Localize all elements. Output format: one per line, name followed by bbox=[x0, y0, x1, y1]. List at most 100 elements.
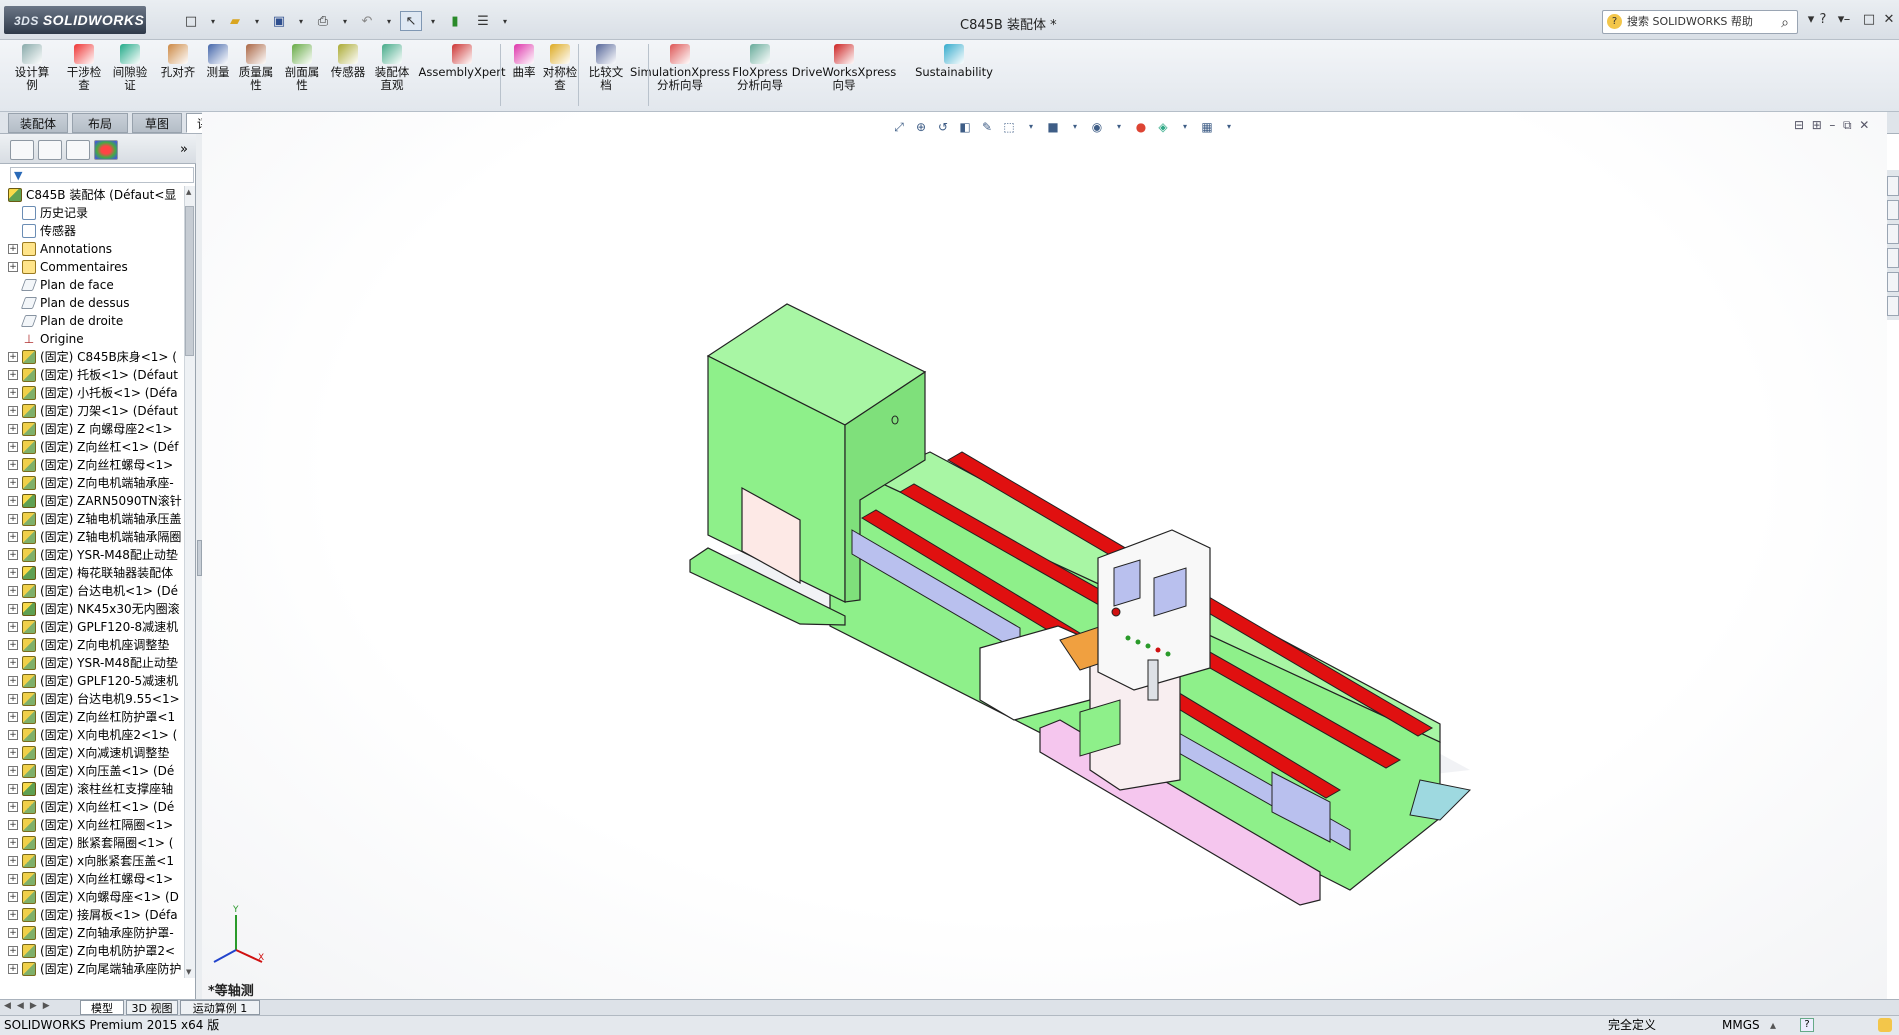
tree-item[interactable]: + (固定) YSR-M48配止动垫 bbox=[8, 654, 184, 672]
tree-item[interactable]: Plan de face bbox=[8, 276, 184, 294]
design-library-icon[interactable] bbox=[1887, 200, 1899, 220]
expand-icon[interactable]: + bbox=[8, 406, 18, 416]
chevron-down-icon[interactable]: ▾ bbox=[340, 11, 350, 31]
expand-icon[interactable]: + bbox=[8, 892, 18, 902]
expand-icon[interactable]: + bbox=[8, 478, 18, 488]
tree-item[interactable]: + Annotations bbox=[8, 240, 184, 258]
maximize-button[interactable]: □ bbox=[1858, 12, 1880, 30]
tree-item[interactable]: + (固定) X向电机座2<1> ( bbox=[8, 726, 184, 744]
tab-1[interactable]: 布局 bbox=[72, 113, 128, 133]
feature-manager-tab-icon[interactable] bbox=[10, 140, 34, 160]
resources-icon[interactable] bbox=[1887, 176, 1899, 196]
ribbon-button-sustainability[interactable]: Sustainability bbox=[910, 44, 998, 79]
expand-icon[interactable]: + bbox=[8, 496, 18, 506]
expand-icon[interactable]: + bbox=[8, 568, 18, 578]
tree-item[interactable]: 传感器 bbox=[8, 222, 184, 240]
tree-item[interactable]: + (固定) 接屑板<1> (Défa bbox=[8, 906, 184, 924]
tree-item[interactable]: + (固定) 滚柱丝杠支撑座轴 bbox=[8, 780, 184, 798]
tree-item[interactable]: + (固定) GPLF120-8减速机 bbox=[8, 618, 184, 636]
expand-icon[interactable]: + bbox=[8, 262, 18, 272]
tree-item[interactable]: + (固定) Z向丝杠螺母<1> bbox=[8, 456, 184, 474]
undo-icon[interactable]: ↶ bbox=[356, 11, 378, 31]
tree-item[interactable]: + (固定) Z轴电机端轴承压盖 bbox=[8, 510, 184, 528]
ribbon-button-symmetry[interactable]: 对称检 查 bbox=[540, 44, 580, 92]
expand-icon[interactable]: + bbox=[8, 874, 18, 884]
expand-icon[interactable]: + bbox=[8, 550, 18, 560]
view-palette-icon[interactable] bbox=[1887, 248, 1899, 268]
tree-item[interactable]: + (固定) C845B床身<1> ( bbox=[8, 348, 184, 366]
search-input[interactable]: ? 搜索 SOLIDWORKS 帮助 ⌕ bbox=[1602, 10, 1798, 34]
expand-icon[interactable]: + bbox=[8, 694, 18, 704]
expand-icon[interactable]: + bbox=[8, 640, 18, 650]
tree-item[interactable]: + (固定) X向丝杠隔圈<1> bbox=[8, 816, 184, 834]
ribbon-button-sensor[interactable]: 传感器 bbox=[328, 44, 368, 79]
expand-icon[interactable]: + bbox=[8, 370, 18, 380]
custom-properties-icon[interactable] bbox=[1887, 296, 1899, 316]
rebuild-icon[interactable]: ▮ bbox=[444, 11, 466, 31]
minimize-button[interactable]: – bbox=[1836, 12, 1858, 30]
tree-item[interactable]: + Commentaires bbox=[8, 258, 184, 276]
ribbon-button-simulation[interactable]: SimulationXpress 分析向导 bbox=[630, 44, 730, 92]
file-explorer-icon[interactable] bbox=[1887, 224, 1899, 244]
ribbon-button-curvature[interactable]: 曲率 bbox=[510, 44, 538, 79]
tree-item[interactable]: Plan de dessus bbox=[8, 294, 184, 312]
expand-icon[interactable]: + bbox=[8, 676, 18, 686]
chevron-up-icon[interactable]: ▴ bbox=[1770, 1016, 1776, 1035]
expand-icon[interactable]: + bbox=[8, 748, 18, 758]
expand-icon[interactable]: + bbox=[8, 244, 18, 254]
tree-item[interactable]: + (固定) x向胀紧套压盖<1 bbox=[8, 852, 184, 870]
search-icon[interactable]: ⌕ bbox=[1781, 12, 1789, 34]
ribbon-button-assemblyxpert[interactable]: AssemblyXpert bbox=[419, 44, 505, 79]
tab-2[interactable]: 草图 bbox=[132, 113, 182, 133]
property-manager-tab-icon[interactable] bbox=[38, 140, 62, 160]
ribbon-button-driveworks[interactable]: DriveWorksXpress 向导 bbox=[792, 44, 896, 92]
tree-item[interactable]: 历史记录 bbox=[8, 204, 184, 222]
collapse-panel-handle[interactable] bbox=[197, 540, 202, 576]
ribbon-button-assembly-visual[interactable]: 装配体 直观 bbox=[372, 44, 412, 92]
tree-item[interactable]: + (固定) Z向电机座调整垫 bbox=[8, 636, 184, 654]
chevron-down-icon[interactable]: ▾ bbox=[500, 11, 510, 31]
expand-icon[interactable]: + bbox=[8, 766, 18, 776]
ribbon-button-section-props[interactable]: 剖面属 性 bbox=[282, 44, 322, 92]
assembly-model-render[interactable]: Y X bbox=[202, 112, 1887, 999]
open-icon[interactable]: ▰ bbox=[224, 11, 246, 31]
expand-panel-icon[interactable]: » bbox=[180, 142, 188, 157]
ribbon-button-measure[interactable]: 测量 bbox=[204, 44, 232, 79]
save-icon[interactable]: ▣ bbox=[268, 11, 290, 31]
expand-icon[interactable]: + bbox=[8, 586, 18, 596]
expand-icon[interactable]: + bbox=[8, 964, 18, 974]
expand-icon[interactable]: + bbox=[8, 424, 18, 434]
appearances-icon[interactable] bbox=[1887, 272, 1899, 292]
expand-icon[interactable]: + bbox=[8, 352, 18, 362]
scroll-up-icon[interactable]: ▲ bbox=[186, 188, 191, 196]
tree-item[interactable]: + (固定) 小托板<1> (Défa bbox=[8, 384, 184, 402]
tree-item[interactable]: + (固定) 梅花联轴器装配体 bbox=[8, 564, 184, 582]
expand-icon[interactable]: + bbox=[8, 442, 18, 452]
tree-item[interactable]: + (固定) Z向丝杠<1> (Déf bbox=[8, 438, 184, 456]
tree-item[interactable]: + (固定) X向减速机调整垫 bbox=[8, 744, 184, 762]
configuration-manager-tab-icon[interactable] bbox=[66, 140, 90, 160]
expand-icon[interactable]: + bbox=[8, 712, 18, 722]
chevron-down-icon[interactable]: ▾ bbox=[384, 11, 394, 31]
tree-item[interactable]: + (固定) GPLF120-5减速机 bbox=[8, 672, 184, 690]
expand-icon[interactable]: + bbox=[8, 802, 18, 812]
expand-icon[interactable]: + bbox=[8, 658, 18, 668]
model-tab-0[interactable]: 模型 bbox=[80, 1000, 124, 1015]
tree-item[interactable]: + (固定) 刀架<1> (Défaut bbox=[8, 402, 184, 420]
tree-item[interactable]: + (固定) Z向轴承座防护罩- bbox=[8, 924, 184, 942]
tree-root[interactable]: C845B 装配体 (Défaut<显 bbox=[8, 186, 184, 204]
tree-item[interactable]: + (固定) 胀紧套隔圈<1> ( bbox=[8, 834, 184, 852]
scroll-down-icon[interactable]: ▼ bbox=[186, 968, 191, 976]
solidworks-logo[interactable]: 3DS SOLIDWORKS bbox=[4, 6, 146, 34]
tree-item[interactable]: + (固定) YSR-M48配止动垫 bbox=[8, 546, 184, 564]
expand-icon[interactable]: + bbox=[8, 910, 18, 920]
expand-icon[interactable]: + bbox=[8, 946, 18, 956]
expand-icon[interactable]: + bbox=[8, 730, 18, 740]
tree-item[interactable]: + (固定) Z向尾端轴承座防护 bbox=[8, 960, 184, 978]
tree-item[interactable]: + (固定) 台达电机<1> (Dé bbox=[8, 582, 184, 600]
expand-icon[interactable]: + bbox=[8, 388, 18, 398]
expand-icon[interactable]: + bbox=[8, 820, 18, 830]
tree-item[interactable]: ⊥ Origine bbox=[8, 330, 184, 348]
close-button[interactable]: ✕ bbox=[1878, 12, 1899, 30]
ribbon-button-mass-props[interactable]: 质量属 性 bbox=[236, 44, 276, 92]
